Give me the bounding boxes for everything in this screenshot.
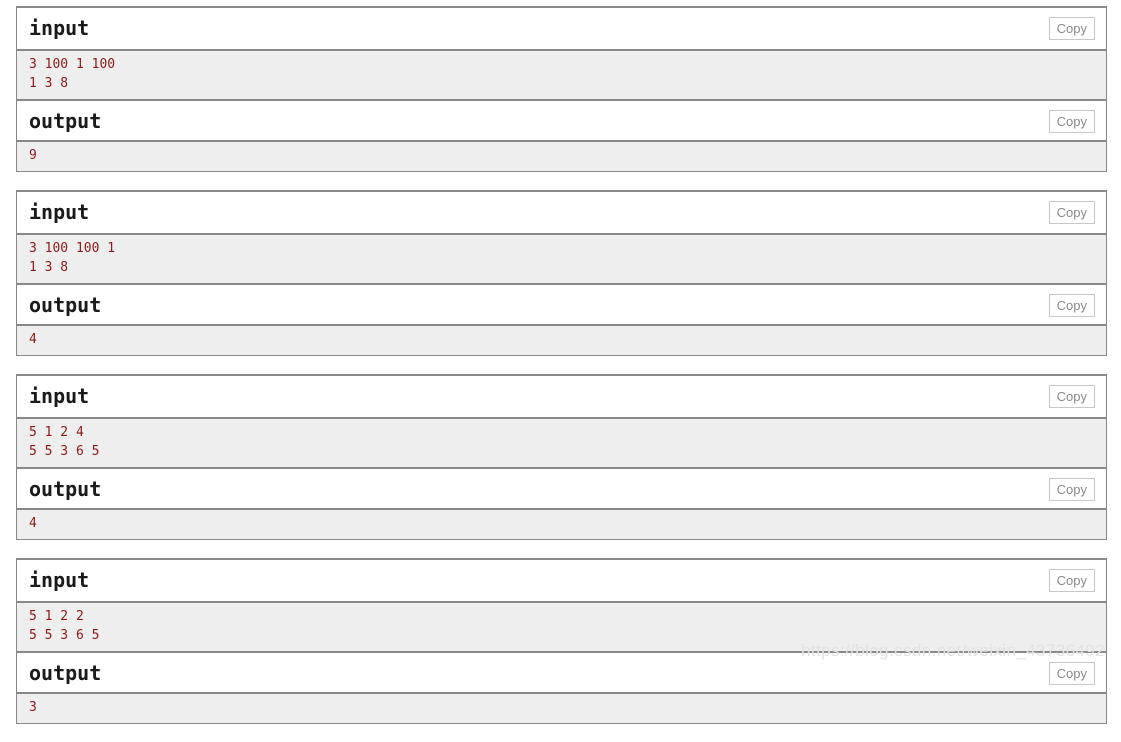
code-line: 3 <box>29 700 37 715</box>
input-section-title: input Copy <box>17 376 1106 417</box>
code-line: 5 5 3 6 5 <box>29 628 100 643</box>
code-line: 1 3 8 <box>29 260 69 275</box>
code-line: 9 <box>29 148 37 163</box>
output-title-label: output <box>29 293 102 317</box>
code-line: 3 100 1 100 <box>29 57 116 72</box>
output-section-title: output Copy <box>17 283 1106 324</box>
output-title-label: output <box>29 477 102 501</box>
code-line: 1 3 8 <box>29 76 69 91</box>
copy-output-button[interactable]: Copy <box>1048 478 1095 501</box>
copy-output-button[interactable]: Copy <box>1048 294 1095 317</box>
input-section-title: input Copy <box>17 192 1106 233</box>
sample-test-block: input Copy 3 100 100 1 1 3 8 output Copy 4 <box>16 190 1107 356</box>
input-title-label: input <box>29 384 90 408</box>
copy-output-button[interactable]: Copy <box>1048 110 1095 133</box>
output-section-title: output Copy <box>17 651 1106 692</box>
input-title-label: input <box>29 16 90 40</box>
copy-input-button[interactable]: Copy <box>1048 17 1095 40</box>
copy-output-button[interactable]: Copy <box>1048 662 1095 685</box>
copy-input-button[interactable]: Copy <box>1048 385 1095 408</box>
input-code-block: 3 100 1 100 1 3 8 <box>17 49 1106 99</box>
input-code-block: 5 1 2 4 5 5 3 6 5 <box>17 417 1106 467</box>
sample-test-block: input Copy 5 1 2 2 5 5 3 6 5 output Copy 3 <box>16 558 1107 724</box>
output-title-label: output <box>29 661 102 685</box>
output-title-label: output <box>29 109 102 133</box>
code-line: 5 1 2 2 <box>29 609 84 624</box>
output-code-block: 4 <box>17 324 1106 355</box>
code-line: 5 1 2 4 <box>29 425 84 440</box>
input-code-block: 5 1 2 2 5 5 3 6 5 <box>17 601 1106 651</box>
input-title-label: input <box>29 200 90 224</box>
input-code-block: 3 100 100 1 1 3 8 <box>17 233 1106 283</box>
input-section-title: input Copy <box>17 8 1106 49</box>
code-line: 4 <box>29 332 37 347</box>
code-line: 5 5 3 6 5 <box>29 444 100 459</box>
input-title-label: input <box>29 568 90 592</box>
copy-input-button[interactable]: Copy <box>1048 569 1095 592</box>
output-section-title: output Copy <box>17 467 1106 508</box>
output-code-block: 4 <box>17 508 1106 539</box>
code-line: 3 100 100 1 <box>29 241 116 256</box>
copy-input-button[interactable]: Copy <box>1048 201 1095 224</box>
input-section-title: input Copy <box>17 560 1106 601</box>
sample-test-block: input Copy 3 100 1 100 1 3 8 output Copy 9 <box>16 6 1107 172</box>
sample-test-block: input Copy 5 1 2 4 5 5 3 6 5 output Copy 4 <box>16 374 1107 540</box>
sample-tests-container: input Copy 3 100 1 100 1 3 8 output Copy 9 inpu… <box>16 6 1107 742</box>
output-section-title: output Copy <box>17 99 1106 140</box>
code-line: 4 <box>29 516 37 531</box>
output-code-block: 9 <box>17 140 1106 171</box>
output-code-block: 3 <box>17 692 1106 723</box>
